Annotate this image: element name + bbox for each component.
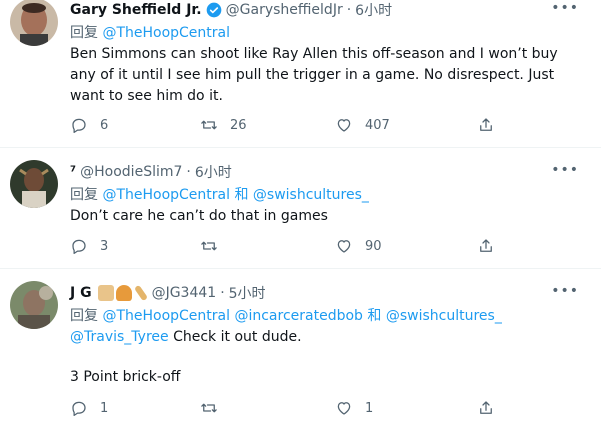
- reply-button[interactable]: 6: [70, 116, 108, 134]
- verified-badge-icon: [206, 2, 222, 18]
- replying-to: 回复 @TheHoopCentral 和 @swishcultures_: [70, 184, 369, 204]
- baguette-emoji-icon: [133, 284, 148, 302]
- replying-to: 回复 @TheHoopCentral: [70, 22, 230, 42]
- reply-prefix: 回复: [70, 25, 98, 41]
- reply-count: 3: [100, 238, 109, 254]
- avatar[interactable]: [10, 281, 58, 329]
- avatar[interactable]: [10, 0, 58, 46]
- tweet-text-line: Check it out dude.: [173, 329, 302, 345]
- like-count: 407: [365, 117, 390, 133]
- croissant-emoji-icon: [115, 285, 132, 301]
- retweet-icon: [201, 241, 217, 251]
- retweet-icon: [201, 403, 217, 413]
- replying-to: 回复 @TheHoopCentral @incarceratedbob 和 @s…: [70, 305, 502, 325]
- like-button[interactable]: 1: [335, 399, 373, 417]
- dot-separator: ·: [186, 164, 191, 180]
- tweet[interactable]: J G @JG3441 · 5小时 ••• 回复 @TheHoopCentral…: [0, 269, 601, 424]
- more-icon[interactable]: •••: [551, 0, 579, 16]
- tweet-actions: 6 26 407: [70, 116, 500, 136]
- avatar[interactable]: [10, 160, 58, 208]
- user-handle[interactable]: @GarysheffieldJr: [226, 2, 343, 18]
- mention-link[interactable]: @swishcultures_: [253, 187, 369, 203]
- share-button[interactable]: [477, 399, 495, 417]
- share-icon: [480, 239, 492, 252]
- share-button[interactable]: [477, 116, 495, 134]
- reply-icon: [72, 118, 86, 133]
- mention-link[interactable]: @TheHoopCentral: [102, 187, 230, 203]
- dot-separator: ·: [346, 2, 352, 18]
- like-icon: [337, 240, 351, 253]
- like-icon: [337, 402, 351, 415]
- tweet[interactable]: ⁷ @HoodieSlim7 · 6小时 ••• 回复 @TheHoopCent…: [0, 148, 601, 269]
- like-button[interactable]: 90: [335, 237, 382, 255]
- like-icon: [337, 119, 351, 132]
- retweet-button[interactable]: 26: [200, 116, 247, 134]
- tweet-text: Don’t care he can’t do that in games: [70, 208, 328, 224]
- user-name[interactable]: ⁷: [70, 164, 76, 180]
- reply-prefix: 回复: [70, 308, 98, 324]
- user-name[interactable]: J G: [70, 285, 92, 301]
- dot-separator: ·: [220, 285, 225, 301]
- tweet-text: Ben Simmons can shoot like Ray Allen thi…: [70, 46, 558, 104]
- mention-link[interactable]: @Travis_Tyree: [70, 329, 169, 345]
- tweet-text: @Travis_Tyree Check it out dude.: [70, 327, 575, 348]
- retweet-icon: [201, 120, 217, 130]
- mention-link[interactable]: @TheHoopCentral: [102, 308, 230, 324]
- tweet-actions: 1 1: [70, 399, 500, 419]
- reply-icon: [72, 239, 86, 254]
- timestamp[interactable]: 6小时: [355, 0, 392, 20]
- share-icon: [480, 401, 492, 414]
- like-count: 1: [365, 400, 374, 416]
- tweet-text-line: 3 Point brick-off: [70, 369, 181, 385]
- more-icon[interactable]: •••: [551, 162, 579, 178]
- like-count: 90: [365, 238, 382, 254]
- mention-joiner: 和: [367, 308, 382, 324]
- retweet-count: 26: [230, 117, 247, 133]
- user-handle[interactable]: @HoodieSlim7: [80, 164, 182, 180]
- reply-button[interactable]: 3: [70, 237, 108, 255]
- mention-link[interactable]: @TheHoopCentral: [102, 25, 230, 41]
- retweet-button[interactable]: [200, 399, 218, 417]
- more-icon[interactable]: •••: [551, 283, 579, 299]
- reply-count: 6: [100, 117, 109, 133]
- mention-link[interactable]: @swishcultures_: [386, 308, 502, 324]
- reply-icon: [72, 401, 86, 416]
- reply-count: 1: [100, 400, 109, 416]
- mention-link[interactable]: @incarceratedbob: [234, 308, 362, 324]
- share-icon: [480, 118, 492, 131]
- tweet[interactable]: Gary Sheffield Jr. @GarysheffieldJr · 6小…: [0, 0, 601, 148]
- user-handle[interactable]: @JG3441: [152, 285, 217, 301]
- bread-emoji-icon: [97, 285, 114, 301]
- mention-joiner: 和: [234, 187, 249, 203]
- tweet-actions: 3 90: [70, 237, 500, 257]
- retweet-button[interactable]: [200, 237, 218, 255]
- like-button[interactable]: 407: [335, 116, 390, 134]
- user-name[interactable]: Gary Sheffield Jr.: [70, 2, 202, 18]
- timestamp[interactable]: 5小时: [229, 283, 266, 303]
- reply-prefix: 回复: [70, 187, 98, 203]
- timestamp[interactable]: 6小时: [195, 162, 232, 182]
- share-button[interactable]: [477, 237, 495, 255]
- reply-button[interactable]: 1: [70, 399, 108, 417]
